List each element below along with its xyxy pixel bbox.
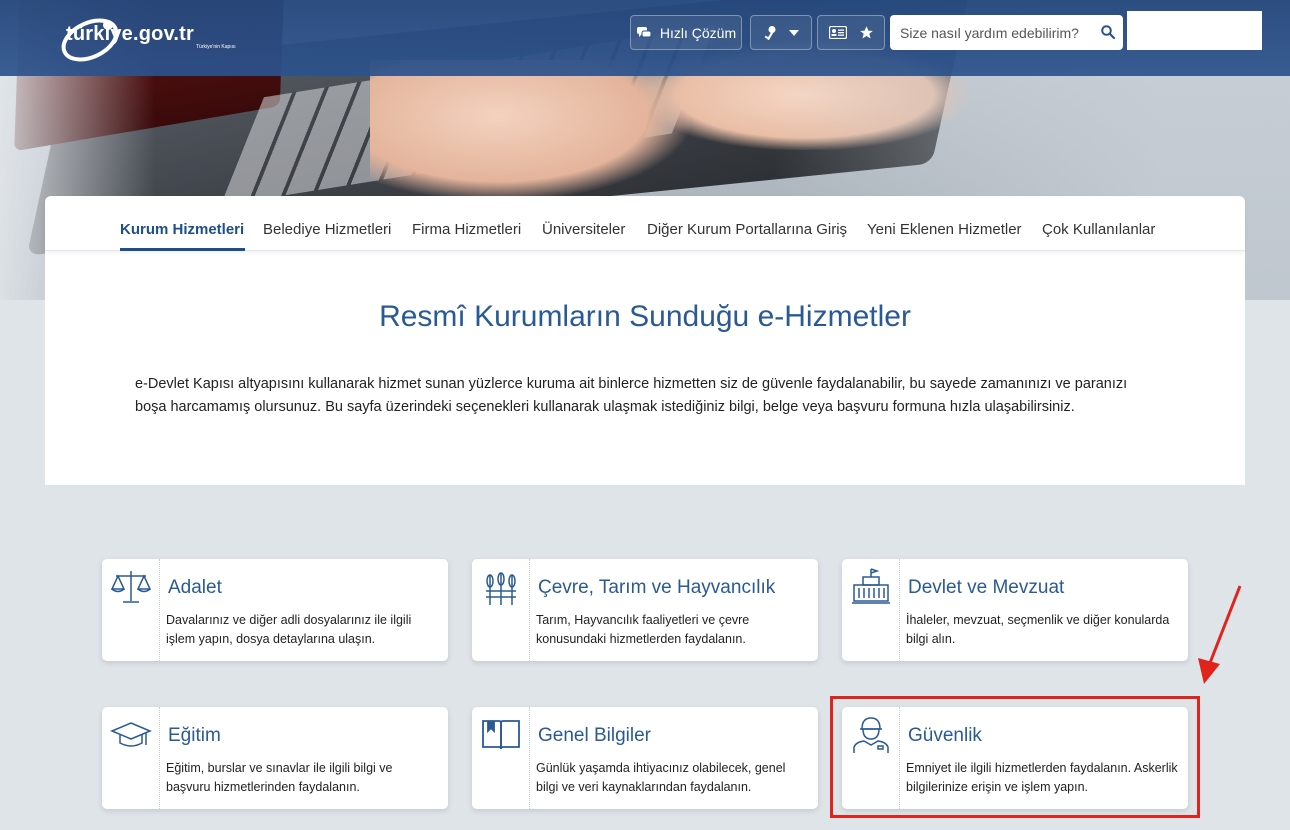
key-icon bbox=[764, 25, 776, 40]
card-icon-container bbox=[102, 559, 160, 661]
card-title: Çevre, Tarım ve Hayvancılık bbox=[538, 577, 776, 598]
graduation-cap-icon bbox=[110, 722, 152, 747]
card-description: Davalarınız ve diğer adli dosyalarınız i… bbox=[166, 613, 412, 646]
card-icon-container bbox=[102, 707, 160, 809]
card-title: Adalet bbox=[168, 577, 222, 598]
logo-subtitle: Türkiye'nin Kapısı bbox=[196, 44, 236, 50]
card-title: Genel Bilgiler bbox=[538, 725, 651, 746]
category-tabs: Kurum Hizmetleri Belediye Hizmetleri Fir… bbox=[45, 196, 1245, 251]
login-button[interactable] bbox=[1127, 11, 1262, 50]
search-input[interactable] bbox=[890, 15, 1090, 50]
login-menu-button[interactable] bbox=[750, 15, 812, 50]
card-title: Eğitim bbox=[168, 725, 221, 746]
card-description: İhaleler, mevzuat, seçmenlik ve diğer ko… bbox=[906, 613, 1170, 646]
wheat-icon bbox=[486, 572, 516, 605]
card-description: Tarım, Hayvancılık faaliyetleri ve çevre… bbox=[536, 613, 750, 646]
category-card-cevre-tarim[interactable]: Çevre, Tarım ve Hayvancılık Tarım, Hayva… bbox=[472, 559, 818, 661]
page-title: Resmî Kurumların Sunduğu e-Hizmetler bbox=[379, 300, 911, 333]
tab-cok-kullanilanlar[interactable]: Çok Kullanılanlar bbox=[1042, 221, 1155, 238]
active-tab-indicator bbox=[120, 248, 245, 251]
star-icon bbox=[859, 26, 873, 39]
highlight-box bbox=[830, 696, 1200, 818]
card-icon-container bbox=[472, 559, 530, 661]
id-card-icon bbox=[828, 26, 847, 39]
tab-kurum-hizmetleri[interactable]: Kurum Hizmetleri bbox=[120, 221, 244, 238]
category-card-devlet-mevzuat[interactable]: Devlet ve Mevzuat İhaleler, mevzuat, seç… bbox=[842, 559, 1188, 661]
quick-solution-label: Hızlı Çözüm bbox=[659, 24, 737, 41]
scales-icon bbox=[110, 571, 152, 603]
card-title: Devlet ve Mevzuat bbox=[908, 577, 1065, 598]
page-description: e-Devlet Kapısı altyapısını kullanarak h… bbox=[135, 376, 1128, 415]
category-card-adalet[interactable]: Adalet Davalarınız ve diğer adli dosyala… bbox=[102, 559, 448, 661]
red-arrow-icon bbox=[1198, 585, 1242, 684]
search-box bbox=[890, 15, 1123, 50]
id-card-favorites-button[interactable] bbox=[817, 15, 885, 50]
chat-bubbles-icon bbox=[636, 26, 652, 37]
card-description: Eğitim, burslar ve sınavlar ile ilgili b… bbox=[166, 761, 393, 794]
chevron-down-icon bbox=[789, 29, 799, 36]
logo-text: türkiye.gov.tr bbox=[66, 23, 195, 45]
tab-diger-kurum-portallari[interactable]: Diğer Kurum Portallarına Giriş bbox=[647, 221, 847, 238]
card-icon-container bbox=[842, 559, 900, 661]
site-header: türkiye.gov.tr Türkiye'nin Kapısı Hızlı … bbox=[0, 0, 1290, 76]
card-icon-container bbox=[472, 707, 530, 809]
card-description: Günlük yaşamda ihtiyacınız olabilecek, g… bbox=[536, 761, 786, 794]
tab-yeni-eklenen-hizmetler[interactable]: Yeni Eklenen Hizmetler bbox=[867, 221, 1022, 238]
tab-belediye-hizmetleri[interactable]: Belediye Hizmetleri bbox=[263, 221, 391, 238]
tab-universiteler[interactable]: Üniversiteler bbox=[542, 221, 625, 238]
quick-solution-button[interactable]: Hızlı Çözüm bbox=[630, 15, 742, 50]
category-card-genel-bilgiler[interactable]: Genel Bilgiler Günlük yaşamda ihtiyacını… bbox=[472, 707, 818, 809]
tab-firma-hizmetleri[interactable]: Firma Hizmetleri bbox=[412, 221, 521, 238]
services-panel: Kurum Hizmetleri Belediye Hizmetleri Fir… bbox=[45, 196, 1245, 485]
open-book-icon bbox=[482, 720, 520, 750]
search-icon[interactable] bbox=[1101, 25, 1115, 39]
category-card-egitim[interactable]: Eğitim Eğitim, burslar ve sınavlar ile i… bbox=[102, 707, 448, 809]
government-building-icon bbox=[852, 568, 890, 604]
